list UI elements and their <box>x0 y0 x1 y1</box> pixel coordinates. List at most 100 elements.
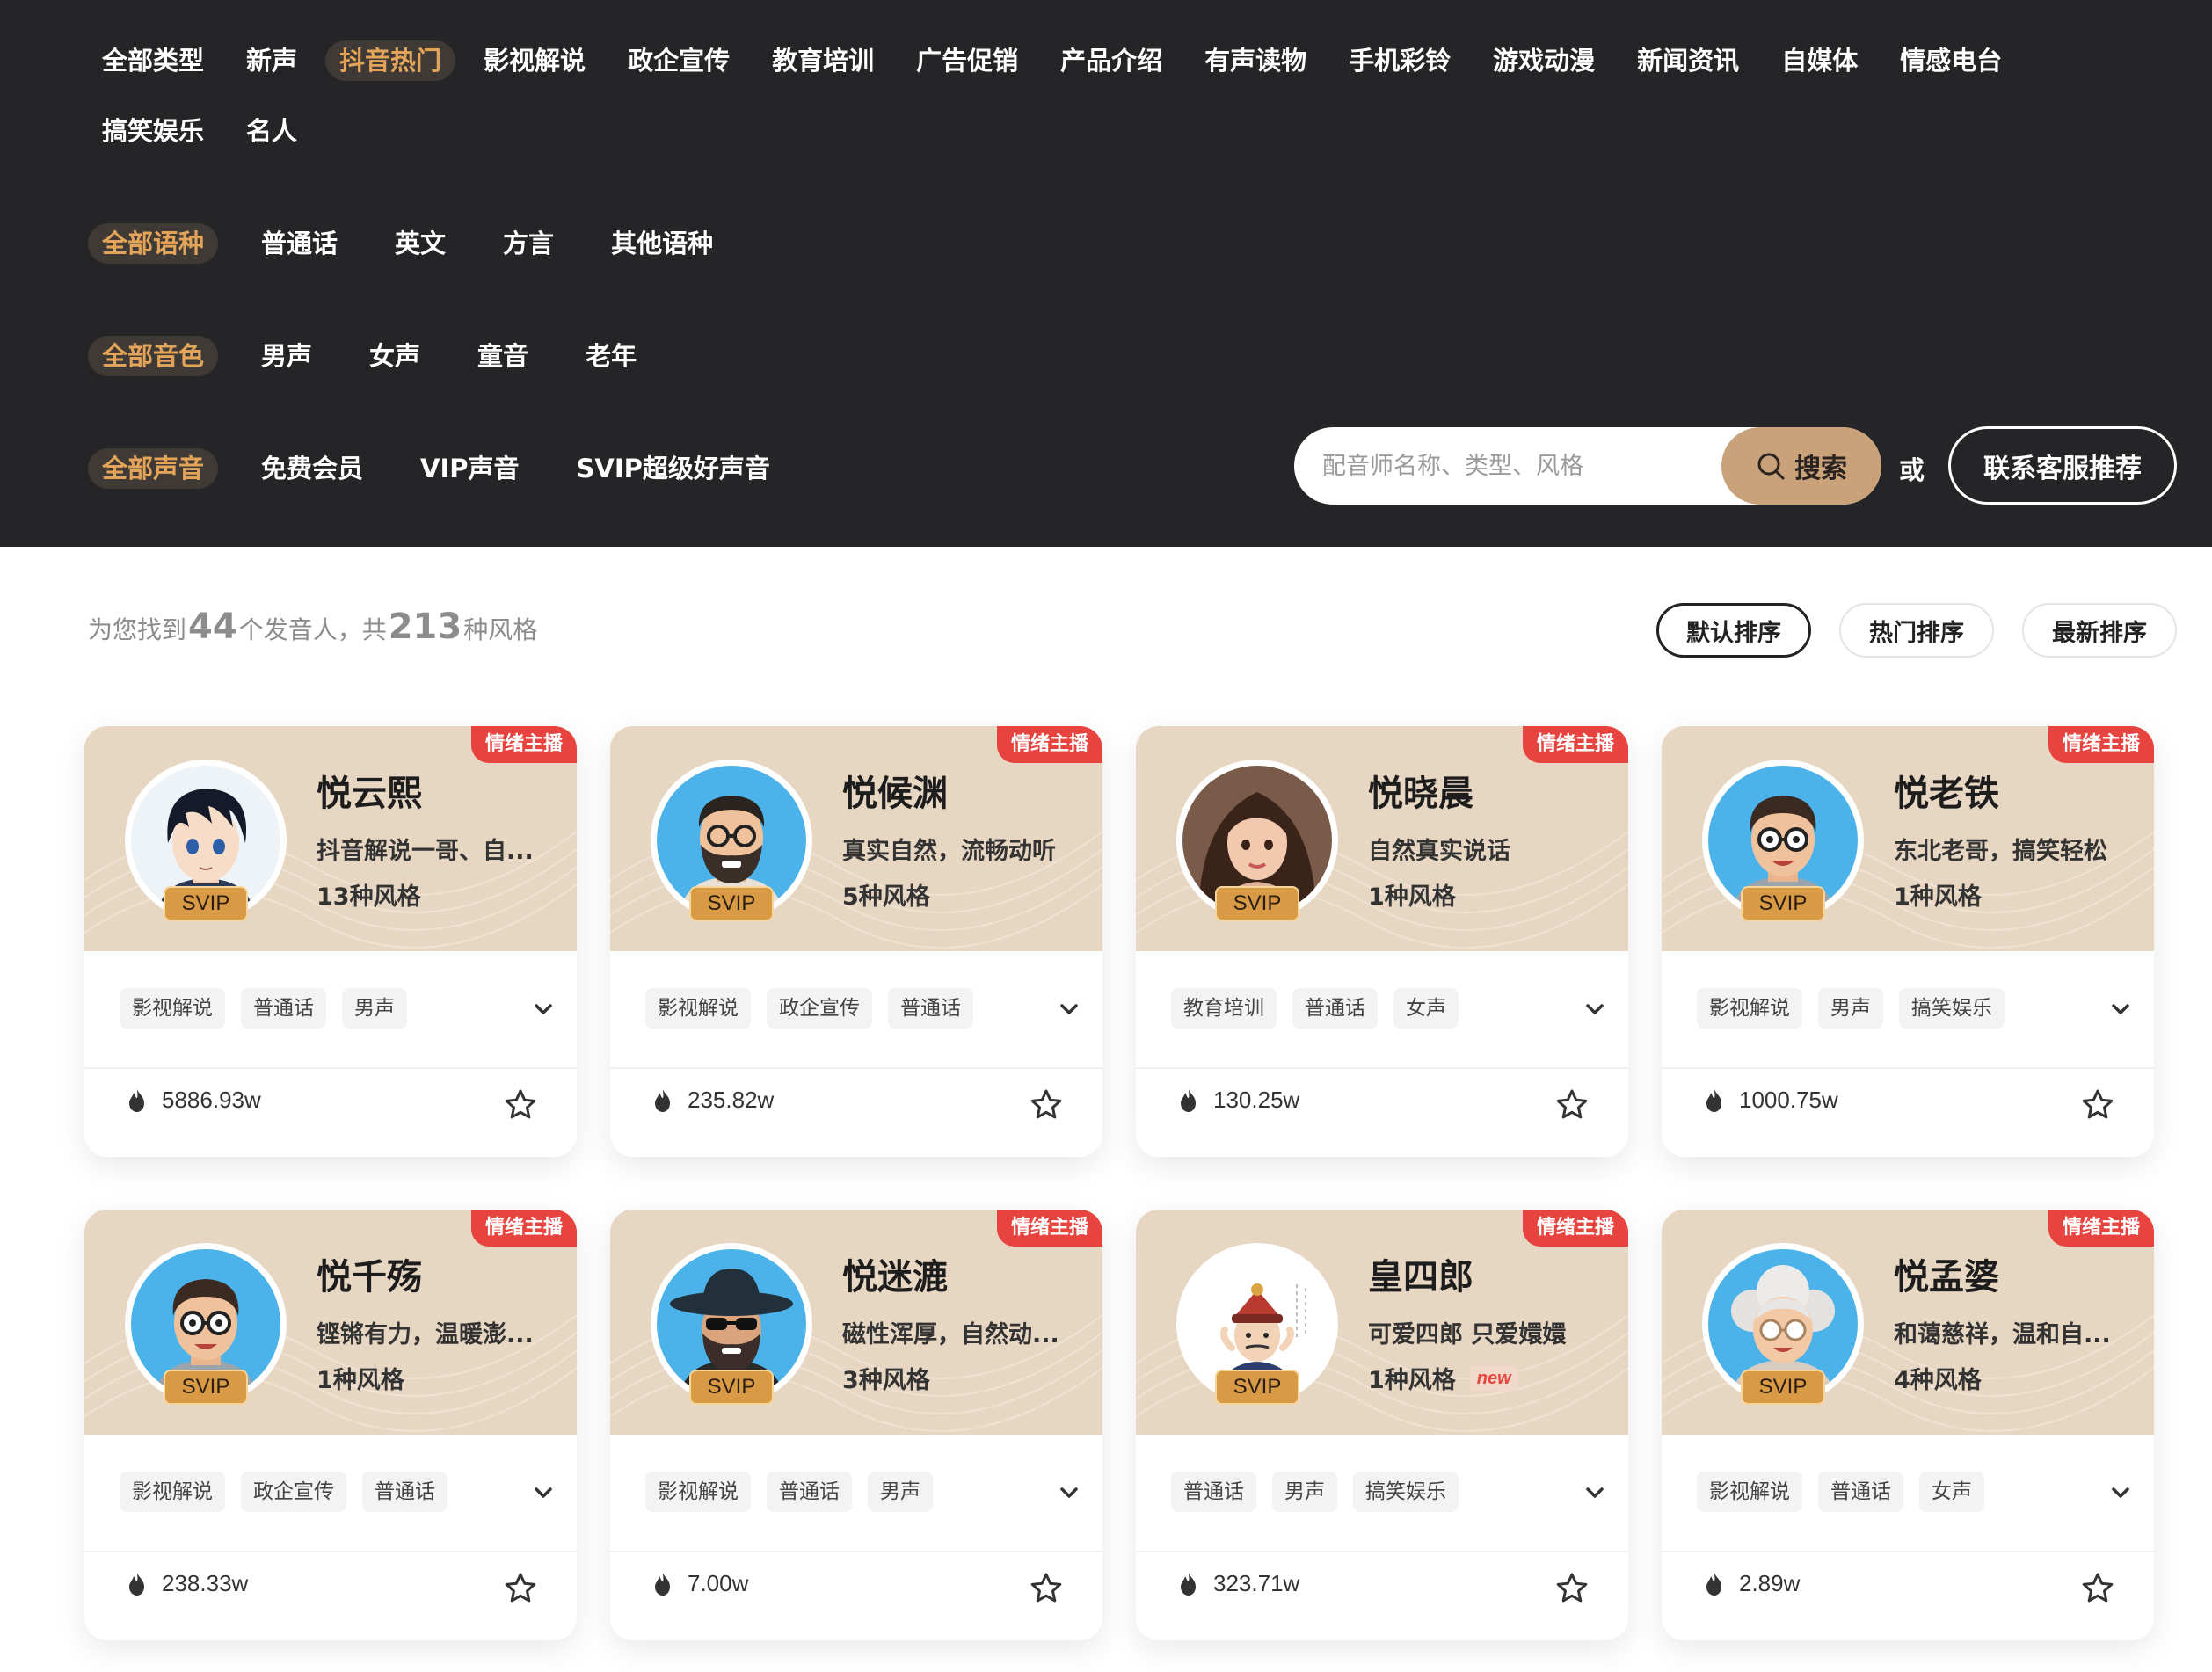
voice-filter-3[interactable]: SVIP超级好声音 <box>563 448 784 489</box>
category-tag[interactable]: 影视解说 <box>120 988 225 1029</box>
category-tag[interactable]: 男声 <box>1818 988 1883 1029</box>
tone-filter-2[interactable]: 女声 <box>355 336 434 376</box>
chevron-down-icon[interactable] <box>1053 1477 1085 1508</box>
language-filter-3[interactable]: 方言 <box>489 223 568 264</box>
voice-name[interactable]: 悦候渊 <box>842 765 948 816</box>
category-tag[interactable]: 政企宣传 <box>767 988 872 1029</box>
language-filter-1[interactable]: 普通话 <box>247 223 352 264</box>
style-count-text: 3种风格 <box>842 1367 930 1394</box>
voice-name[interactable]: 悦迷漉 <box>842 1248 948 1299</box>
star-icon[interactable] <box>1554 1571 1590 1606</box>
voice-name[interactable]: 悦老铁 <box>1894 765 1999 816</box>
voice-card[interactable]: 情绪主播 SVIP 悦千殇 铿锵有力，温暖澎... 1种风格 影视解说 政企宣传普… <box>84 1210 577 1640</box>
star-icon[interactable] <box>503 1571 538 1606</box>
voice-filter-0[interactable]: 全部声音 <box>88 448 219 489</box>
emotion-anchor-badge: 情绪主播 <box>1522 726 1628 763</box>
type-filter-11[interactable]: 新闻资讯 <box>1623 40 1753 81</box>
tone-filter-3[interactable]: 童音 <box>463 336 542 376</box>
voice-card[interactable]: 情绪主播 SVIP 悦云熙 抖音解说一哥、自... 13种风格 影视解说 普通话男… <box>84 726 577 1157</box>
sort-hot-button[interactable]: 热门排序 <box>1839 603 1994 658</box>
voice-card[interactable]: 情绪主播 SVIP 悦晓晨 自然真实说话 1种风格 教育培训 普通话 女声 13… <box>1136 726 1628 1157</box>
type-filter-9[interactable]: 手机彩铃 <box>1335 40 1465 81</box>
language-filter-2[interactable]: 英文 <box>381 223 460 264</box>
tag-list: 影视解说 普通话 男声 <box>120 988 407 1029</box>
star-icon[interactable] <box>2080 1571 2115 1606</box>
search-input[interactable] <box>1294 431 1716 501</box>
category-tag[interactable]: 普通话 <box>888 988 973 1029</box>
chevron-down-icon[interactable] <box>2105 1477 2136 1508</box>
chevron-down-icon[interactable] <box>2105 993 2136 1025</box>
tone-filter-1[interactable]: 男声 <box>247 336 326 376</box>
contact-service-button[interactable]: 联系客服推荐 <box>1948 426 2177 505</box>
type-filter-5[interactable]: 教育培训 <box>758 40 888 81</box>
category-tag[interactable]: 影视解说 <box>645 1472 751 1512</box>
type-filter-15[interactable]: 名人 <box>232 111 311 151</box>
tag-list: 影视解说 政企宣传 普通话 <box>120 1472 447 1512</box>
voice-filter-2[interactable]: VIP声音 <box>406 448 534 489</box>
tone-filter-0[interactable]: 全部音色 <box>88 336 219 376</box>
style-count-label: 1种风格 <box>1894 877 1982 912</box>
tag-list: 影视解说 男声 搞笑娱乐 <box>1697 988 2005 1029</box>
voice-card[interactable]: 情绪主播 SVIP 悦候渊 真实自然，流畅动听 5种风格 影视解说 政企宣传 普通话 <box>610 726 1102 1157</box>
language-filter-4[interactable]: 其他语种 <box>597 223 727 264</box>
type-filter-7[interactable]: 产品介绍 <box>1046 40 1176 81</box>
category-tag[interactable]: 男声 <box>868 1472 933 1512</box>
category-tag[interactable]: 普通话 <box>1818 1472 1903 1512</box>
play-count: 7.00w <box>651 1570 748 1597</box>
style-count-text: 5种风格 <box>842 883 930 911</box>
star-icon[interactable] <box>1029 1571 1064 1606</box>
category-tag[interactable]: 普通话 <box>1171 1472 1256 1512</box>
star-icon[interactable] <box>1029 1087 1064 1123</box>
category-tag[interactable]: 搞笑娱乐 <box>1899 988 2005 1029</box>
type-filter-10[interactable]: 游戏动漫 <box>1479 40 1609 81</box>
chevron-down-icon[interactable] <box>528 1477 559 1508</box>
category-tag[interactable]: 普通话 <box>767 1472 852 1512</box>
star-icon[interactable] <box>2080 1087 2115 1123</box>
type-filter-3[interactable]: 影视解说 <box>469 40 600 81</box>
chevron-down-icon[interactable] <box>528 993 559 1025</box>
type-filter-14[interactable]: 搞笑娱乐 <box>88 111 218 151</box>
type-filter-0[interactable]: 全部类型 <box>88 40 218 81</box>
category-tag[interactable]: 普通话 <box>1292 988 1378 1029</box>
category-tag[interactable]: 影视解说 <box>645 988 751 1029</box>
category-tag[interactable]: 男声 <box>1272 1472 1337 1512</box>
category-tag[interactable]: 搞笑娱乐 <box>1353 1472 1459 1512</box>
language-filter-0[interactable]: 全部语种 <box>88 223 219 264</box>
category-tag[interactable]: 影视解说 <box>1697 1472 1802 1512</box>
type-filter-2[interactable]: 抖音热门 <box>325 40 456 81</box>
voice-card[interactable]: 情绪主播 SVIP 悦迷漉 磁性浑厚，自然动... 3种风格 影视解说 普通话 男声 <box>610 1210 1102 1640</box>
type-filter-4[interactable]: 政企宣传 <box>614 40 744 81</box>
search-button[interactable]: 搜索 <box>1721 427 1881 505</box>
category-tag[interactable]: 政企宣传 <box>241 1472 346 1512</box>
sort-default-button[interactable]: 默认排序 <box>1656 603 1811 658</box>
category-tag[interactable]: 男声 <box>342 988 407 1029</box>
type-filter-1[interactable]: 新声 <box>232 40 311 81</box>
chevron-down-icon[interactable] <box>1579 1477 1611 1508</box>
star-icon[interactable] <box>1554 1087 1590 1123</box>
voice-name[interactable]: 悦云熙 <box>317 765 422 816</box>
category-tag[interactable]: 普通话 <box>362 1472 447 1512</box>
sort-newest-button[interactable]: 最新排序 <box>2022 603 2177 658</box>
type-filter-8[interactable]: 有声读物 <box>1190 40 1321 81</box>
category-tag[interactable]: 教育培训 <box>1171 988 1277 1029</box>
chevron-down-icon[interactable] <box>1053 993 1085 1025</box>
voice-card[interactable]: 情绪主播 SVIP 悦孟婆 和蔼慈祥，温和自... 4种风格 影视解说 普通话 女声 <box>1662 1210 2154 1640</box>
voice-name[interactable]: 悦千殇 <box>317 1248 422 1299</box>
tone-filter-4[interactable]: 老年 <box>571 336 651 376</box>
category-tag[interactable]: 普通话 <box>241 988 326 1029</box>
voice-card[interactable]: 情绪主播 SVIP 悦老铁 东北老哥，搞笑轻松 1种风格 影视解说 男声 搞笑娱乐 <box>1662 726 2154 1157</box>
category-tag[interactable]: 影视解说 <box>1697 988 1802 1029</box>
category-tag[interactable]: 女声 <box>1919 1472 1984 1512</box>
voice-name[interactable]: 皇四郎 <box>1368 1248 1473 1299</box>
voice-name[interactable]: 悦晓晨 <box>1368 765 1473 816</box>
category-tag[interactable]: 女声 <box>1393 988 1459 1029</box>
category-tag[interactable]: 影视解说 <box>120 1472 225 1512</box>
type-filter-6[interactable]: 广告促销 <box>902 40 1032 81</box>
type-filter-13[interactable]: 情感电台 <box>1886 40 2016 81</box>
chevron-down-icon[interactable] <box>1579 993 1611 1025</box>
type-filter-12[interactable]: 自媒体 <box>1767 40 1872 81</box>
voice-name[interactable]: 悦孟婆 <box>1894 1248 1999 1299</box>
voice-filter-1[interactable]: 免费会员 <box>247 448 377 489</box>
star-icon[interactable] <box>503 1087 538 1123</box>
voice-card[interactable]: 情绪主播 SVIP 皇四郎 可爱四郎 只爱嬛嬛 1种风格 new 普通话 男声 搞笑娱… <box>1136 1210 1628 1640</box>
